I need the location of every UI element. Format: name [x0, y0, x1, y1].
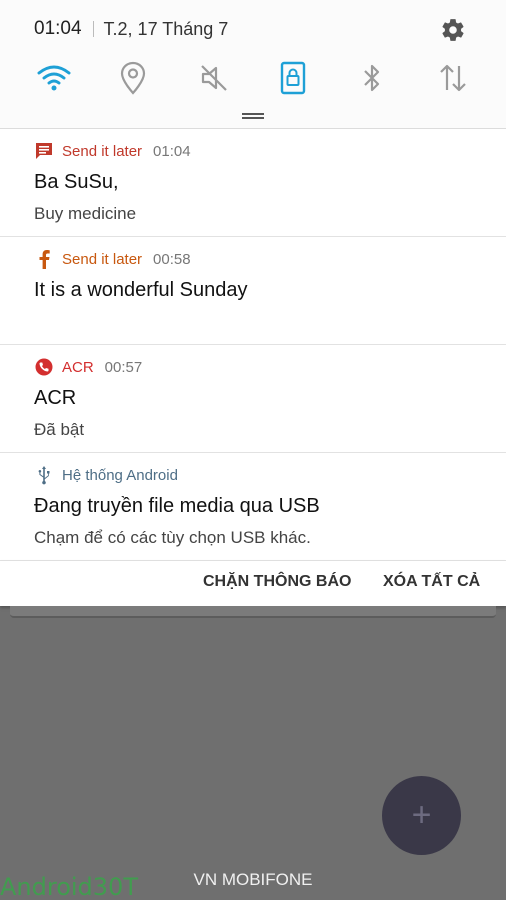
date[interactable]: T.2, 17 Tháng 7 [104, 19, 229, 40]
notification-header: Hệ thống Android [34, 465, 178, 485]
wifi-icon[interactable] [34, 58, 74, 98]
app-name: Hệ thống Android [62, 466, 178, 484]
quick-settings-row [0, 58, 506, 100]
screen-lock-icon[interactable] [273, 58, 313, 98]
notification-title: ACR [34, 387, 77, 409]
block-notifications-button[interactable]: CHẶN THÔNG BÁO [203, 573, 351, 591]
notification-time: 00:57 [104, 358, 143, 376]
notification-body: Buy medicine [34, 204, 137, 223]
clock: 01:04 [34, 18, 82, 39]
notification-title: It is a wonderful Sunday [34, 279, 248, 301]
location-icon[interactable] [113, 58, 153, 98]
app-name: Send it later [62, 142, 143, 160]
facebook-icon [34, 249, 54, 269]
divider [92, 21, 94, 37]
add-fab-button[interactable]: + [382, 776, 461, 855]
notification-actions-bar: CHẶN THÔNG BÁO XÓA TẤT CẢ [0, 561, 506, 606]
notification-header: ACR 00:57 [34, 357, 142, 377]
notification-body: Chạm để có các tùy chọn USB khác. [34, 528, 311, 547]
app-name: Send it later [62, 250, 143, 268]
notification-time: 01:04 [153, 142, 191, 160]
bluetooth-icon[interactable] [352, 58, 392, 98]
data-sync-icon[interactable] [433, 58, 473, 98]
notification-header: Send it later 00:58 [34, 249, 191, 269]
call-recorder-icon [34, 357, 54, 377]
notification-title: Ba SuSu, [34, 171, 119, 193]
mute-icon[interactable] [194, 58, 234, 98]
notification-card[interactable]: Send it later 00:58 It is a wonderful Su… [0, 237, 506, 345]
settings-gear-icon[interactable] [440, 17, 466, 43]
notification-header: Send it later 01:04 [34, 141, 191, 161]
notification-card[interactable]: Send it later 01:04 Ba SuSu, Buy medicin… [0, 129, 506, 237]
app-name: ACR [62, 358, 94, 376]
background-card-edge [10, 606, 496, 618]
notification-body: Đã bật [34, 420, 85, 439]
status-row: 01:04 T.2, 17 Tháng 7 [34, 14, 506, 44]
drag-handle[interactable] [242, 113, 264, 119]
watermark-logo: Android30T [0, 873, 138, 900]
message-icon [34, 141, 54, 161]
notification-shade-header: 01:04 T.2, 17 Tháng 7 [0, 0, 506, 129]
usb-icon [34, 465, 54, 485]
plus-icon: + [411, 796, 432, 834]
notification-card[interactable]: Hệ thống Android Đang truyền file media … [0, 453, 506, 561]
clear-all-button[interactable]: XÓA TẤT CẢ [383, 573, 480, 591]
notification-time: 00:58 [153, 250, 191, 268]
notification-card[interactable]: ACR 00:57 ACR Đã bật [0, 345, 506, 453]
notification-title: Đang truyền file media qua USB [34, 495, 320, 517]
